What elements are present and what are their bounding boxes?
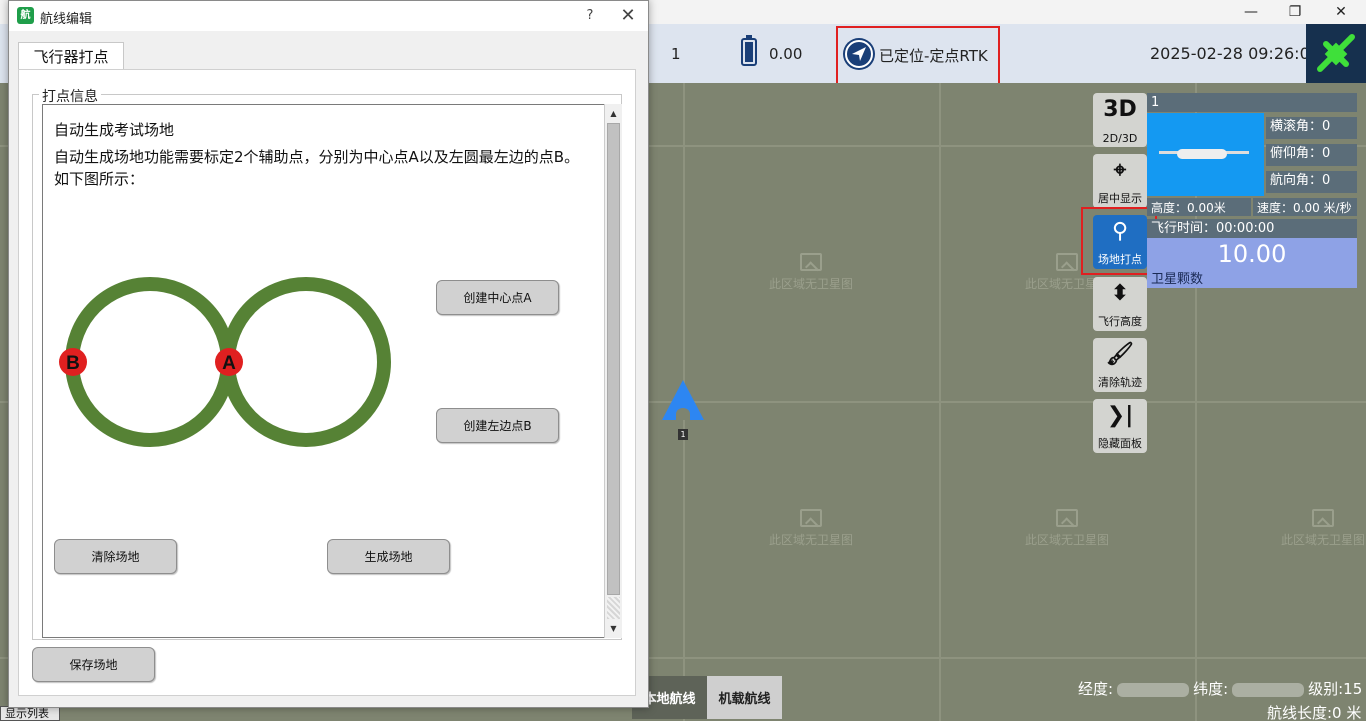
- highlight-box-positioning: [836, 26, 1000, 91]
- hide-panel-button[interactable]: ❯| 隐藏面板: [1093, 399, 1147, 453]
- create-left-point-button[interactable]: 创建左边点B: [436, 408, 559, 443]
- satellite-panel: 10.00 卫星颗数: [1147, 238, 1357, 288]
- scroll-thumb[interactable]: [607, 123, 620, 595]
- dialog-close-button[interactable]: ✕: [613, 5, 643, 27]
- altitude-value: 高度：0.00米: [1147, 198, 1251, 216]
- point-b-label: B: [66, 353, 80, 374]
- tab-aircraft-point[interactable]: 飞行器打点: [18, 42, 124, 70]
- crosshair-icon: ⌖: [1113, 158, 1127, 183]
- map-tile-placeholder: 此区域无卫星图: [1007, 509, 1127, 548]
- longitude-label: 经度:: [1078, 680, 1114, 698]
- site-diagram: B A: [59, 277, 391, 447]
- maximize-button[interactable]: ❐: [1272, 0, 1318, 24]
- info-heading: 自动生成考试场地: [54, 121, 175, 139]
- latitude-value-redacted: [1232, 682, 1305, 697]
- battery-icon: [741, 35, 757, 66]
- clear-track-button[interactable]: 🖌 清除轨迹: [1093, 338, 1147, 392]
- save-site-button[interactable]: 保存场地: [32, 647, 155, 682]
- flight-time: 飞行时间：00:00:00: [1147, 219, 1357, 238]
- datetime: 2025-02-28 09:26:00: [1150, 44, 1320, 63]
- telemetry-aircraft-id: 1: [1147, 93, 1357, 112]
- flight-altitude-button[interactable]: ⬍ 飞行高度: [1093, 277, 1147, 331]
- aircraft-marker-label: 1: [678, 429, 688, 440]
- left-ring: [65, 277, 235, 447]
- minimize-button[interactable]: —: [1228, 0, 1274, 24]
- pitch-value: 俯仰角：0: [1266, 144, 1357, 166]
- center-view-button[interactable]: ⌖ 居中显示: [1093, 154, 1147, 208]
- 3d-icon: 3D: [1103, 97, 1137, 122]
- point-a-label: A: [222, 353, 236, 374]
- show-list-button[interactable]: 显示列表: [0, 706, 60, 721]
- help-button[interactable]: ?: [575, 5, 605, 27]
- info-description: 自动生成场地功能需要标定2个辅助点，分别为中心点A以及左圆最左边的点B。如下图所…: [54, 148, 580, 188]
- close-button[interactable]: ✕: [1318, 0, 1364, 24]
- map-tile-placeholder: 此区域无卫星图: [1263, 509, 1366, 548]
- vertical-scrollbar[interactable]: ▲ ▼: [604, 104, 622, 638]
- scroll-up-icon[interactable]: ▲: [605, 105, 622, 122]
- tab-onboard-route[interactable]: 机载航线: [707, 676, 782, 719]
- map-tile-placeholder: 此区域无卫星图: [751, 509, 871, 548]
- clear-site-button[interactable]: 清除场地: [54, 539, 177, 574]
- map-tile-placeholder: 此区域无卫星图: [751, 253, 871, 292]
- group-title: 打点信息: [39, 86, 101, 106]
- image-icon: [1056, 253, 1078, 271]
- generate-site-button[interactable]: 生成场地: [327, 539, 450, 574]
- longitude-value-redacted: [1117, 682, 1190, 697]
- route-length: 航线长度:0 米: [1267, 704, 1362, 721]
- image-icon: [1312, 509, 1334, 527]
- dialog-title: 航线编辑: [40, 12, 93, 27]
- right-ring: [221, 277, 391, 447]
- connection-icon[interactable]: [1306, 24, 1366, 83]
- yaw-value: 航向角：0: [1266, 171, 1357, 193]
- app-icon: 航: [17, 7, 34, 24]
- image-icon: [1056, 509, 1078, 527]
- scroll-down-icon[interactable]: ▼: [605, 620, 622, 637]
- aircraft-index: 1: [671, 45, 681, 63]
- zoom-level: 级别:15: [1308, 680, 1363, 698]
- broom-icon: 🖌: [1106, 342, 1134, 367]
- collapse-icon: ❯|: [1106, 403, 1134, 428]
- satellite-count: 10.00: [1217, 240, 1287, 268]
- latitude-label: 纬度:: [1193, 680, 1229, 698]
- route-tabs: 本地航线 机载航线: [632, 676, 782, 719]
- coordinates-readout: 经度: 纬度: 级别:15: [1078, 678, 1362, 699]
- satellite-label: 卫星颗数: [1151, 272, 1204, 287]
- create-center-point-button[interactable]: 创建中心点A: [436, 280, 559, 315]
- toggle-3d-button[interactable]: 3D 2D/3D: [1093, 93, 1147, 147]
- speed-value: 速度：0.00 米/秒: [1253, 198, 1357, 216]
- battery-value: 0.00: [769, 45, 803, 63]
- drone-image: [1147, 113, 1264, 196]
- roll-value: 横滚角：0: [1266, 117, 1357, 139]
- altitude-icon: ⬍: [1110, 281, 1130, 306]
- image-icon: [800, 509, 822, 527]
- dialog-titlebar[interactable]: 航 航线编辑 ? ✕: [9, 1, 648, 31]
- image-icon: [800, 253, 822, 271]
- highlight-box-site-point: [1081, 207, 1157, 275]
